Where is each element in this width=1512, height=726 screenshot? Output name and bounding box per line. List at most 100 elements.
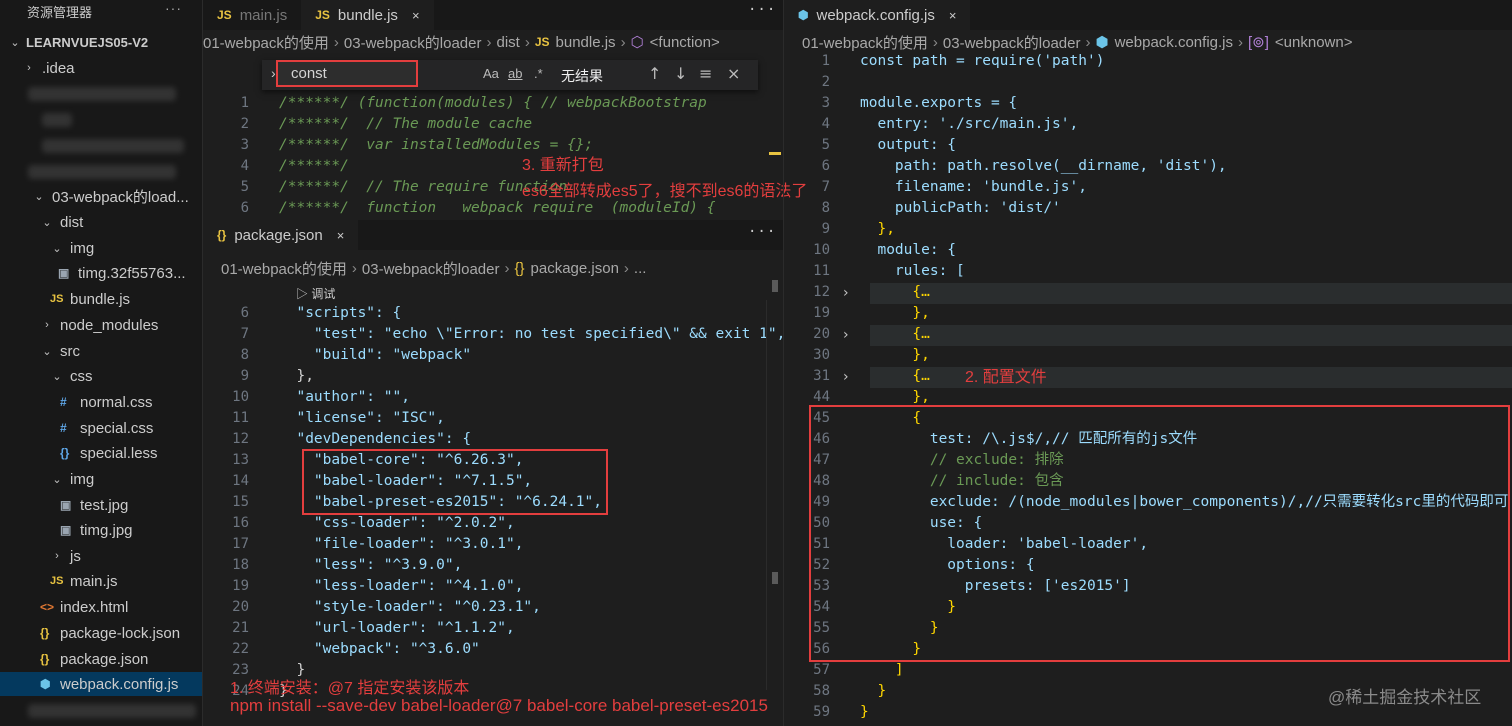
editor-split-divider[interactable]	[783, 0, 784, 726]
breadcrumb-item[interactable]: webpack.config.js	[1115, 34, 1233, 51]
line-number: 5	[240, 179, 249, 195]
tree-item-src[interactable]: ⌄ src	[0, 339, 202, 363]
tab-package-json[interactable]: {} package.json ×	[203, 220, 359, 250]
scrollbar-thumb[interactable]	[772, 280, 778, 292]
annotation-box-babel-deps	[302, 449, 608, 515]
tree-item-node-modules[interactable]: › node_modules	[0, 313, 202, 337]
explorer-root-folder[interactable]: ⌄ LEARNVUEJS05-V2	[0, 30, 202, 54]
tree-item-label: index.html	[60, 598, 129, 616]
tree-item-css[interactable]: ⌄ css	[0, 364, 202, 388]
fold-expand-icon[interactable]: ›	[843, 285, 849, 301]
find-input[interactable]	[276, 60, 418, 87]
tree-item-webpack-config[interactable]: ⬢ webpack.config.js	[0, 672, 202, 696]
blurred-item	[42, 113, 72, 127]
tree-item-src-img[interactable]: ⌄ img	[0, 467, 202, 491]
fold-expand-icon[interactable]: ›	[843, 327, 849, 343]
chevron-right-icon: ›	[1085, 33, 1091, 51]
chevron-down-icon: ⌄	[52, 370, 62, 383]
tab-bundle-js[interactable]: JS bundle.js ×	[301, 0, 434, 30]
breadcrumb-item[interactable]: 03-webpack的loader	[362, 258, 500, 279]
breadcrumb-item[interactable]: 01-webpack的使用	[221, 258, 347, 279]
debug-codelens[interactable]: ▷ 调试	[296, 285, 335, 302]
tree-item-main-js[interactable]: JS main.js	[0, 569, 202, 593]
regex-icon[interactable]: .*	[534, 66, 543, 81]
line-number: 18	[232, 557, 249, 573]
tree-item-label: img	[70, 239, 95, 257]
tree-item-package-lock[interactable]: {} package-lock.json	[0, 621, 202, 645]
breadcrumb-item[interactable]: 03-webpack的loader	[943, 32, 1081, 53]
more-actions-icon[interactable]: ···	[748, 2, 776, 18]
js-file-icon: JS	[50, 293, 64, 305]
tree-item-special-css[interactable]: # special.css	[0, 416, 202, 440]
close-icon[interactable]: ×	[337, 228, 345, 243]
code-line: /******/ (function(modules) { // webpack…	[279, 95, 707, 111]
line-number: 16	[232, 515, 249, 531]
tree-item-dist[interactable]: ⌄ dist	[0, 210, 202, 234]
chevron-right-icon: ›	[524, 33, 530, 51]
blurred-item	[28, 87, 176, 101]
match-word-icon[interactable]: ab	[508, 66, 522, 81]
menu-icon[interactable]: ≡	[699, 64, 712, 83]
breadcrumb-item[interactable]: <function>	[650, 34, 720, 51]
line-number: 2	[240, 116, 249, 132]
tab-main-js[interactable]: JS main.js	[203, 0, 301, 30]
breadcrumb-item[interactable]: 01-webpack的使用	[203, 32, 329, 53]
arrow-up-icon[interactable]: ↑	[648, 64, 661, 83]
tab-label: webpack.config.js	[816, 6, 935, 24]
code-line: },	[279, 368, 314, 384]
tree-item-index-html[interactable]: <> index.html	[0, 595, 202, 619]
breadcrumb-package: 01-webpack的使用 › 03-webpack的loader › {} pack…	[221, 257, 646, 279]
breadcrumb-item[interactable]: bundle.js	[556, 34, 616, 51]
tab-webpack-config[interactable]: ⬢ webpack.config.js ×	[784, 0, 971, 30]
code-line: {…	[860, 284, 930, 300]
close-icon[interactable]: ×	[949, 8, 957, 23]
breadcrumb-item[interactable]: 03-webpack的loader	[344, 32, 482, 53]
close-icon[interactable]: ×	[727, 64, 740, 83]
tree-item-package-json[interactable]: {} package.json	[0, 647, 202, 671]
tree-item-dist-img[interactable]: ⌄ img	[0, 236, 202, 260]
tree-item-test-jpg[interactable]: ▣ test.jpg	[0, 493, 202, 517]
tree-item-idea[interactable]: › .idea	[0, 56, 202, 80]
chevron-right-icon[interactable]: ›	[271, 65, 276, 81]
line-number: 22	[232, 641, 249, 657]
chevron-down-icon: ⌄	[42, 216, 52, 229]
tree-item-webpack-loader-folder[interactable]: ⌄ 03-webpack的load...	[0, 184, 202, 208]
line-number: 57	[813, 662, 830, 678]
breadcrumb-item[interactable]: package.json	[531, 260, 619, 277]
tree-item-timg-jpg[interactable]: ▣ timg.jpg	[0, 518, 202, 542]
code-line: rules: [	[860, 263, 965, 279]
tree-item-label: css	[70, 367, 93, 385]
tab-label: bundle.js	[337, 6, 398, 24]
tree-item-normal-css[interactable]: # normal.css	[0, 390, 202, 414]
image-file-icon: ▣	[60, 498, 72, 512]
explorer-more-icon[interactable]: ···	[165, 0, 182, 16]
tree-item-js-folder[interactable]: › js	[0, 544, 202, 568]
code-line: {…	[860, 368, 930, 384]
code-line: "less-loader": "^4.1.0",	[279, 578, 524, 594]
breadcrumb-item[interactable]: 01-webpack的使用	[802, 32, 928, 53]
more-actions-icon[interactable]: ···	[748, 224, 776, 240]
match-case-icon[interactable]: Aa	[483, 66, 499, 81]
breadcrumb-item[interactable]: <unknown>	[1275, 34, 1353, 51]
chevron-right-icon: ›	[623, 259, 629, 277]
code-line: "file-loader": "^3.0.1",	[279, 536, 524, 552]
tree-item-special-less[interactable]: {} special.less	[0, 441, 202, 465]
line-number: 30	[813, 347, 830, 363]
tree-item-timg-hashed[interactable]: ▣ timg.32f55763...	[0, 261, 202, 285]
code-line: },	[860, 221, 895, 237]
line-number: 21	[232, 620, 249, 636]
fold-expand-icon[interactable]: ›	[843, 369, 849, 385]
js-file-icon: JS	[217, 8, 232, 22]
close-icon[interactable]: ×	[412, 8, 420, 23]
watermark: @稀土掘金技术社区	[1328, 688, 1482, 707]
tree-item-label: bundle.js	[70, 290, 131, 308]
code-line: "less": "^3.9.0",	[279, 557, 463, 573]
arrow-down-icon[interactable]: ↓	[674, 64, 687, 83]
tree-item-label: webpack.config.js	[60, 675, 179, 693]
webpack-file-icon: ⬢	[798, 8, 809, 22]
breadcrumb-item[interactable]: ...	[634, 260, 647, 277]
tree-item-bundle-js[interactable]: JS bundle.js	[0, 287, 202, 311]
scrollbar-thumb[interactable]	[772, 572, 778, 584]
breadcrumb-item[interactable]: dist	[496, 34, 519, 51]
line-number: 59	[813, 704, 830, 720]
